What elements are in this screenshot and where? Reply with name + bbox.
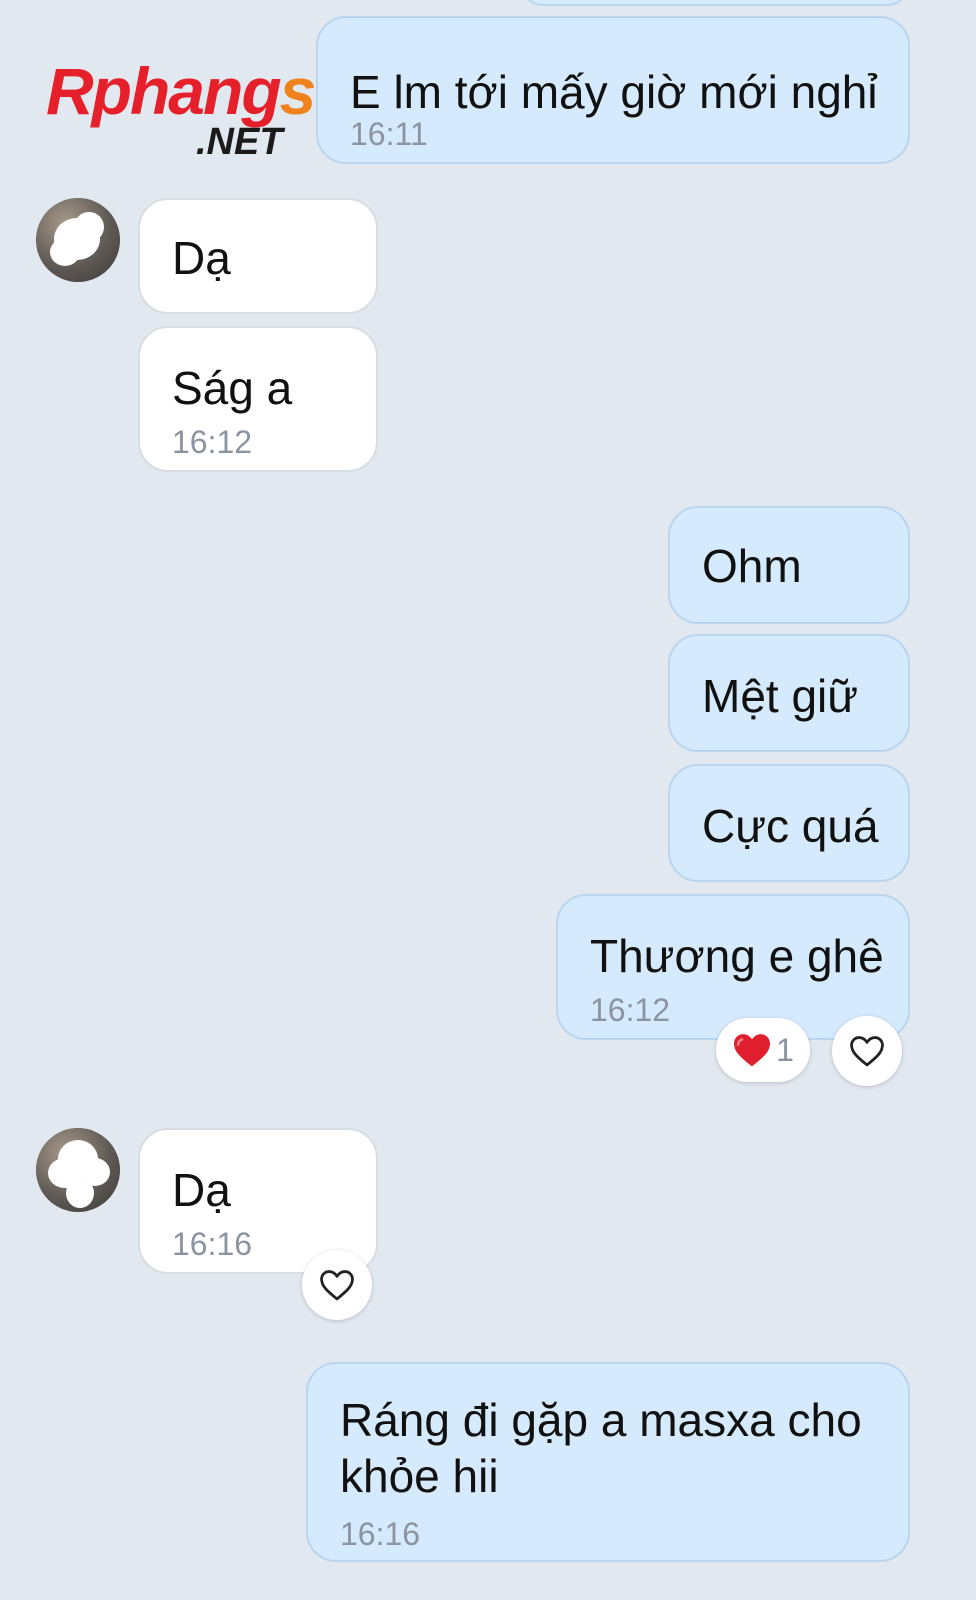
contact-avatar[interactable] [36,1128,120,1212]
message-bubble-outgoing[interactable]: Mệt giữ [668,634,910,752]
chat-thread: Rphangs .NET E lm tới mấy giờ mới nghỉ 1… [0,0,976,1600]
message-time: 16:16 [340,1516,421,1552]
message-bubble-outgoing[interactable]: Ráng đi gặp a masxa cho khỏe hii 16:16 [306,1362,910,1562]
message-text: Ság a [172,362,293,414]
message-text: Dạ [172,1164,231,1216]
message-time: 16:12 [590,992,671,1028]
watermark-logo: Rphangs .NET [46,54,316,163]
message-time: 16:12 [172,424,253,460]
message-time: 16:11 [350,116,428,152]
reaction-count: 1 [776,1031,794,1068]
contact-avatar[interactable] [36,198,120,282]
message-bubble-incoming[interactable]: Dạ [138,198,378,314]
message-text: E lm tới mấy giờ mới nghỉ [350,66,878,118]
message-bubble-outgoing[interactable]: Ohm [668,506,910,624]
message-text: Cực quá [702,800,879,852]
reaction-badge[interactable]: 1 [716,1018,810,1082]
heart-outline-icon [318,1268,356,1302]
like-button[interactable] [832,1016,902,1086]
message-text: Dạ [172,232,231,284]
like-button[interactable] [302,1250,372,1320]
message-time: 16:16 [172,1226,253,1262]
message-bubble-incoming[interactable]: Ság a 16:12 [138,326,378,472]
message-bubble-outgoing-partial[interactable] [520,0,910,6]
heart-outline-icon [848,1034,886,1068]
message-bubble-outgoing[interactable]: Cực quá [668,764,910,882]
message-text: Thương e ghê [590,930,884,982]
message-bubble-outgoing[interactable]: E lm tới mấy giờ mới nghỉ 16:11 [316,16,910,164]
message-text: Mệt giữ [702,670,859,722]
message-text: Ohm [702,540,802,592]
heart-filled-icon [732,1032,772,1068]
message-text: Ráng đi gặp a masxa cho khỏe hii [340,1394,862,1502]
